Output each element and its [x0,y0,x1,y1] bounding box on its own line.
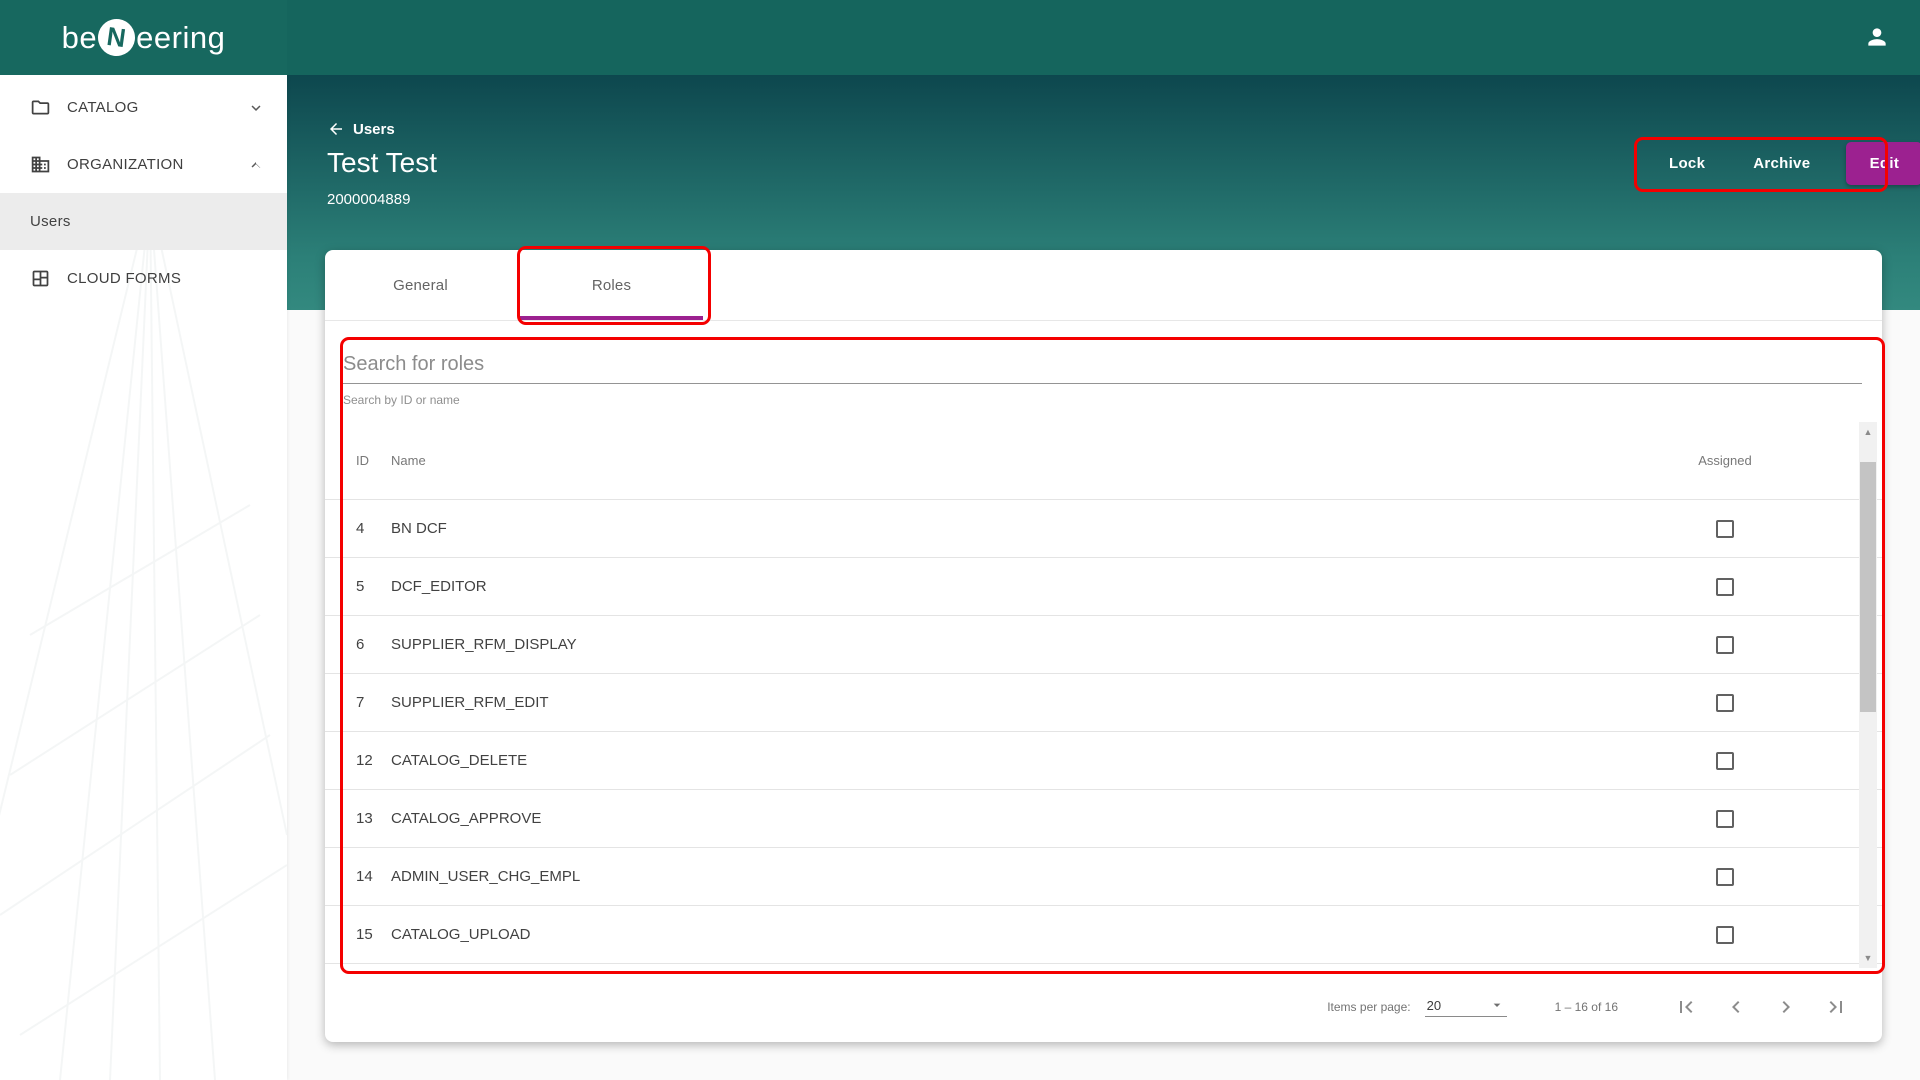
roles-list-scrollbar[interactable]: ▲ ▼ [1859,422,1877,968]
tab-roles[interactable]: Roles [516,250,707,320]
role-id: 12 [356,752,373,769]
role-name: BN DCF [391,520,447,537]
logo-n-circle-icon: N [95,16,138,59]
role-row: 5 DCF_EDITOR [325,558,1882,616]
chevron-up-icon [247,156,265,174]
edit-button[interactable]: Edit [1846,142,1920,185]
sidebar-item-label: Users [30,213,71,230]
page-title: Test Test [327,147,437,178]
role-row: 12 CATALOG_DELETE [325,732,1882,790]
tab-label: General [393,276,448,294]
column-header-id: ID [356,453,369,468]
sidebar-item-label: CLOUD FORMS [67,270,182,287]
column-header-name: Name [391,453,426,468]
assigned-checkbox[interactable] [1716,635,1734,654]
first-page-icon[interactable] [1674,995,1698,1019]
role-name: CATALOG_DELETE [391,752,528,769]
assigned-checkbox[interactable] [1716,751,1734,770]
breadcrumb-label: Users [353,120,395,138]
tab-label: Roles [591,276,632,294]
scroll-up-icon[interactable]: ▲ [1859,424,1877,440]
role-row: 14 ADMIN_USER_CHG_EMPL [325,848,1882,906]
assigned-checkbox[interactable] [1716,519,1734,538]
role-id: 7 [356,694,365,711]
assigned-checkbox[interactable] [1716,867,1734,886]
sidebar: CATALOG ORGANIZATION Users CLOUD FORMS [0,75,287,1080]
building-icon [30,154,51,175]
sidebar-item-label: CATALOG [67,99,139,116]
lock-button[interactable]: Lock [1645,143,1729,184]
roles-search-section: Search by ID or name [343,346,1862,407]
role-id: 6 [356,636,365,653]
header-actions: Lock Archive Edit [1645,142,1920,185]
beneering-admin-app: be N eering CATALOG ORGANIZATION Users C… [0,0,1920,1080]
items-per-page-label: Items per page: [1327,1000,1411,1014]
column-header-assigned: Assigned [1698,453,1752,468]
next-page-icon[interactable] [1774,995,1798,1019]
page-range-label: 1 – 16 of 16 [1554,1000,1618,1014]
assigned-checkbox[interactable] [1716,693,1734,712]
role-id: 4 [356,520,365,537]
role-row: 7 SUPPLIER_RFM_EDIT [325,674,1882,732]
scroll-down-icon[interactable]: ▼ [1859,950,1877,966]
logo-prefix: be [61,19,98,55]
role-id: 13 [356,810,373,827]
role-row: 6 SUPPLIER_RFM_DISPLAY [325,616,1882,674]
role-id: 15 [356,926,373,943]
search-hint: Search by ID or name [343,393,460,407]
folder-icon [30,97,51,118]
tab-bar: General Roles [325,250,1882,321]
pagination-controls [1674,995,1848,1019]
back-arrow-icon [327,120,345,138]
role-name: SUPPLIER_RFM_DISPLAY [391,636,577,653]
account-person-icon[interactable] [1864,24,1890,50]
sidebar-item-catalog[interactable]: CATALOG [0,79,287,136]
roles-table: ID Name Assigned 4 BN DCF 5 DCF_EDITOR 6… [325,422,1882,964]
assigned-checkbox[interactable] [1716,577,1734,596]
items-per-page-value: 20 [1426,998,1442,1013]
role-row: 4 BN DCF [325,500,1882,558]
table-header-row: ID Name Assigned [325,422,1882,500]
paginator: Items per page: 20 1 – 16 of 16 [325,972,1882,1042]
assigned-checkbox[interactable] [1716,925,1734,944]
archive-button[interactable]: Archive [1729,143,1834,184]
dropdown-arrow-icon [1489,997,1505,1013]
items-per-page-select[interactable]: 20 [1424,997,1507,1017]
previous-page-icon[interactable] [1724,995,1748,1019]
roles-search-input[interactable] [343,346,1862,384]
tab-general[interactable]: General [325,250,516,320]
role-name: CATALOG_APPROVE [391,810,542,827]
sidebar-item-organization[interactable]: ORGANIZATION [0,136,287,193]
role-name: ADMIN_USER_CHG_EMPL [391,868,581,885]
logo-suffix: eering [136,19,226,55]
sidebar-item-label: ORGANIZATION [67,156,184,173]
role-id: 5 [356,578,365,595]
last-page-icon[interactable] [1824,995,1848,1019]
role-id: 14 [356,868,373,885]
chevron-down-icon [247,99,265,117]
logo-area: be N eering [0,0,287,75]
role-name: SUPPLIER_RFM_EDIT [391,694,549,711]
role-row: 15 CATALOG_UPLOAD [325,906,1882,964]
app-bar: be N eering [0,0,1920,75]
sidebar-item-cloud-forms[interactable]: CLOUD FORMS [0,250,287,307]
role-name: CATALOG_UPLOAD [391,926,531,943]
role-name: DCF_EDITOR [391,578,487,595]
forms-grid-icon [30,268,51,289]
beneering-logo: be N eering [61,16,226,59]
sidebar-item-users[interactable]: Users [0,193,287,250]
assigned-checkbox[interactable] [1716,809,1734,828]
user-id: 2000004889 [327,191,411,208]
role-row: 13 CATALOG_APPROVE [325,790,1882,848]
scrollbar-thumb[interactable] [1860,462,1876,712]
user-detail-card: General Roles Search by ID or name ID Na… [325,250,1882,1042]
back-to-users-link[interactable]: Users [327,120,395,138]
